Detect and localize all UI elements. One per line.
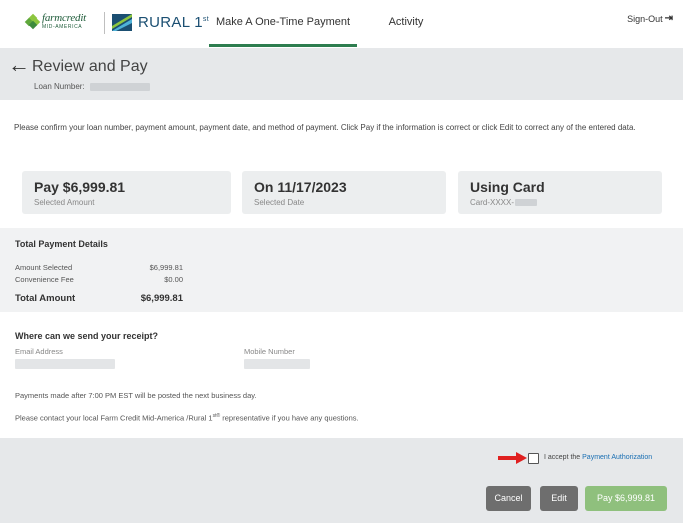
farm-credit-subtitle: MID-AMERICA — [42, 24, 83, 30]
convenience-fee-value: $0.00 — [164, 275, 183, 284]
confirm-instructions: Please confirm your loan number, payment… — [14, 123, 636, 132]
amount-selected-label: Amount Selected — [15, 263, 73, 272]
contact-note: Please contact your local Farm Credit Mi… — [15, 413, 359, 423]
amount-card-value: Pay $6,999.81 — [34, 179, 126, 195]
farm-credit-wordmark: farmcredit — [42, 12, 87, 24]
total-amount-row: Total Amount $6,999.81 — [15, 293, 183, 304]
convenience-fee-label: Convenience Fee — [15, 275, 74, 284]
cancel-button[interactable]: Cancel — [486, 486, 531, 511]
date-card-label: Selected Date — [254, 198, 305, 207]
rural-1st-mark-icon — [112, 14, 132, 31]
email-label: Email Address — [15, 347, 63, 356]
total-amount-label: Total Amount — [15, 293, 76, 304]
rural-1st-logo[interactable]: RURAL 1st — [112, 14, 209, 31]
method-card-label: Card-XXXX- — [470, 198, 538, 207]
sign-out-link[interactable]: Sign-Out ⇥ — [627, 13, 673, 24]
edit-button[interactable]: Edit — [540, 486, 578, 511]
mobile-value-redacted — [244, 359, 310, 369]
date-card: On 11/17/2023 Selected Date — [242, 171, 446, 214]
page-title: Review and Pay — [32, 58, 148, 75]
accept-authorization-text: I accept the Payment Authorization — [544, 454, 652, 461]
action-footer — [0, 438, 683, 523]
method-card-value: Using Card — [470, 179, 545, 195]
logo-divider — [104, 12, 105, 34]
accept-label: I accept the — [544, 454, 583, 461]
total-payment-details: Total Payment Details Amount Selected $6… — [0, 228, 683, 312]
review-header: ← Review and Pay Loan Number: — [0, 48, 683, 100]
sign-out-label: Sign-Out — [627, 13, 663, 24]
email-value-redacted — [15, 359, 115, 369]
amount-card: Pay $6,999.81 Selected Amount — [22, 171, 231, 214]
method-card: Using Card Card-XXXX- — [458, 171, 662, 214]
payment-authorization-link[interactable]: Payment Authorization — [582, 454, 652, 461]
amount-selected-value: $6,999.81 — [149, 263, 183, 272]
convenience-fee-row: Convenience Fee $0.00 — [15, 275, 183, 284]
tab-activity[interactable]: Activity — [378, 0, 434, 44]
total-details-title: Total Payment Details — [15, 239, 108, 249]
red-arrow-annotation-icon — [498, 452, 527, 464]
amount-card-label: Selected Amount — [34, 198, 95, 207]
mobile-label: Mobile Number — [244, 347, 295, 356]
loan-number-redacted — [89, 82, 150, 91]
cutoff-note: Payments made after 7:00 PM EST will be … — [15, 391, 257, 400]
tab-make-payment[interactable]: Make A One-Time Payment — [209, 0, 357, 47]
pay-button[interactable]: Pay $6,999.81 — [585, 486, 667, 511]
date-card-value: On 11/17/2023 — [254, 179, 347, 195]
accept-authorization-checkbox[interactable] — [528, 453, 539, 464]
amount-selected-row: Amount Selected $6,999.81 — [15, 263, 183, 272]
rural-1st-wordmark: RURAL 1st — [138, 14, 209, 31]
card-number-redacted — [515, 199, 538, 207]
loan-number: Loan Number: — [34, 82, 150, 91]
total-amount-value: $6,999.81 — [140, 293, 183, 304]
top-nav-bar: farmcredit MID-AMERICA RURAL 1st Make A … — [0, 0, 683, 48]
loan-number-label: Loan Number: — [34, 82, 85, 91]
sign-out-icon: ⇥ — [664, 13, 673, 24]
back-arrow-icon[interactable]: ← — [8, 54, 30, 76]
farm-credit-logo[interactable]: farmcredit MID-AMERICA — [24, 12, 87, 30]
farm-credit-diamond-icon — [24, 13, 41, 30]
receipt-title: Where can we send your receipt? — [15, 331, 159, 341]
